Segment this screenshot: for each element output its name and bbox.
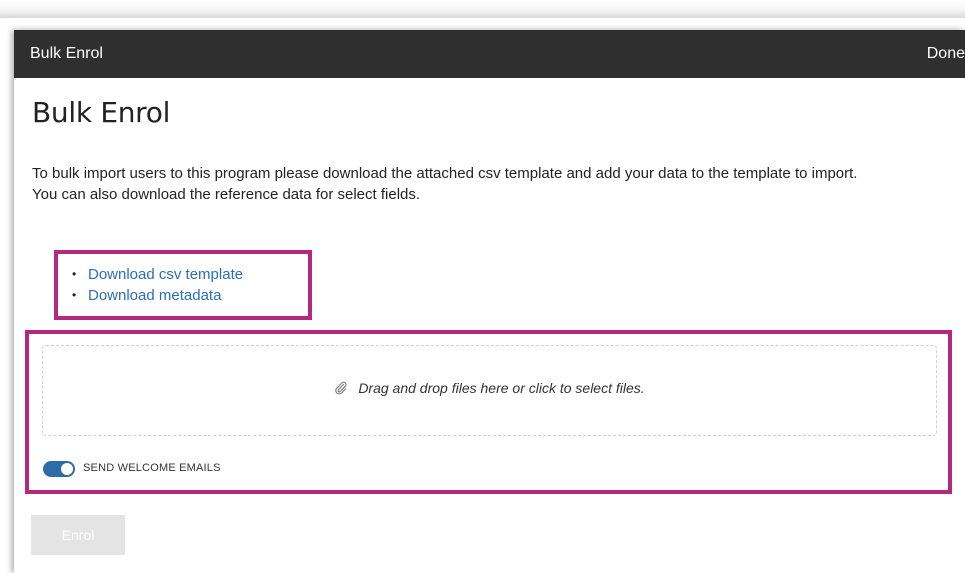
download-links-highlight: Download csv template Download metadata: [54, 250, 312, 320]
paperclip-icon: [334, 381, 348, 395]
toggle-knob: [61, 463, 73, 475]
welcome-emails-label: SEND WELCOME EMAILS: [83, 462, 221, 474]
download-metadata-link[interactable]: Download metadata: [88, 287, 221, 304]
dialog-titlebar: Bulk Enrol Done: [14, 30, 965, 78]
upload-section-highlight: Drag and drop files here or click to sel…: [25, 330, 952, 494]
dialog-title: Bulk Enrol: [30, 45, 103, 62]
page-title: Bulk Enrol: [32, 96, 171, 129]
download-links-list: Download csv template Download metadata: [72, 264, 243, 306]
dropzone-content: Drag and drop files here or click to sel…: [43, 380, 936, 396]
enrol-button[interactable]: Enrol: [31, 515, 125, 555]
description: To bulk import users to this program ple…: [32, 163, 952, 205]
backdrop: [0, 0, 965, 18]
list-item: Download csv template: [72, 264, 243, 285]
bulk-enrol-dialog: Bulk Enrol Done Bulk Enrol To bulk impor…: [14, 30, 965, 573]
list-item: Download metadata: [72, 285, 243, 306]
dropzone-text: Drag and drop files here or click to sel…: [358, 380, 645, 396]
welcome-emails-toggle[interactable]: [43, 461, 75, 477]
description-instructions: To bulk import users to this program ple…: [32, 165, 858, 182]
description-reference: You can also download the reference data…: [32, 186, 421, 203]
done-button[interactable]: Done: [927, 45, 965, 63]
download-csv-template-link[interactable]: Download csv template: [88, 266, 243, 283]
file-dropzone[interactable]: Drag and drop files here or click to sel…: [42, 345, 937, 436]
